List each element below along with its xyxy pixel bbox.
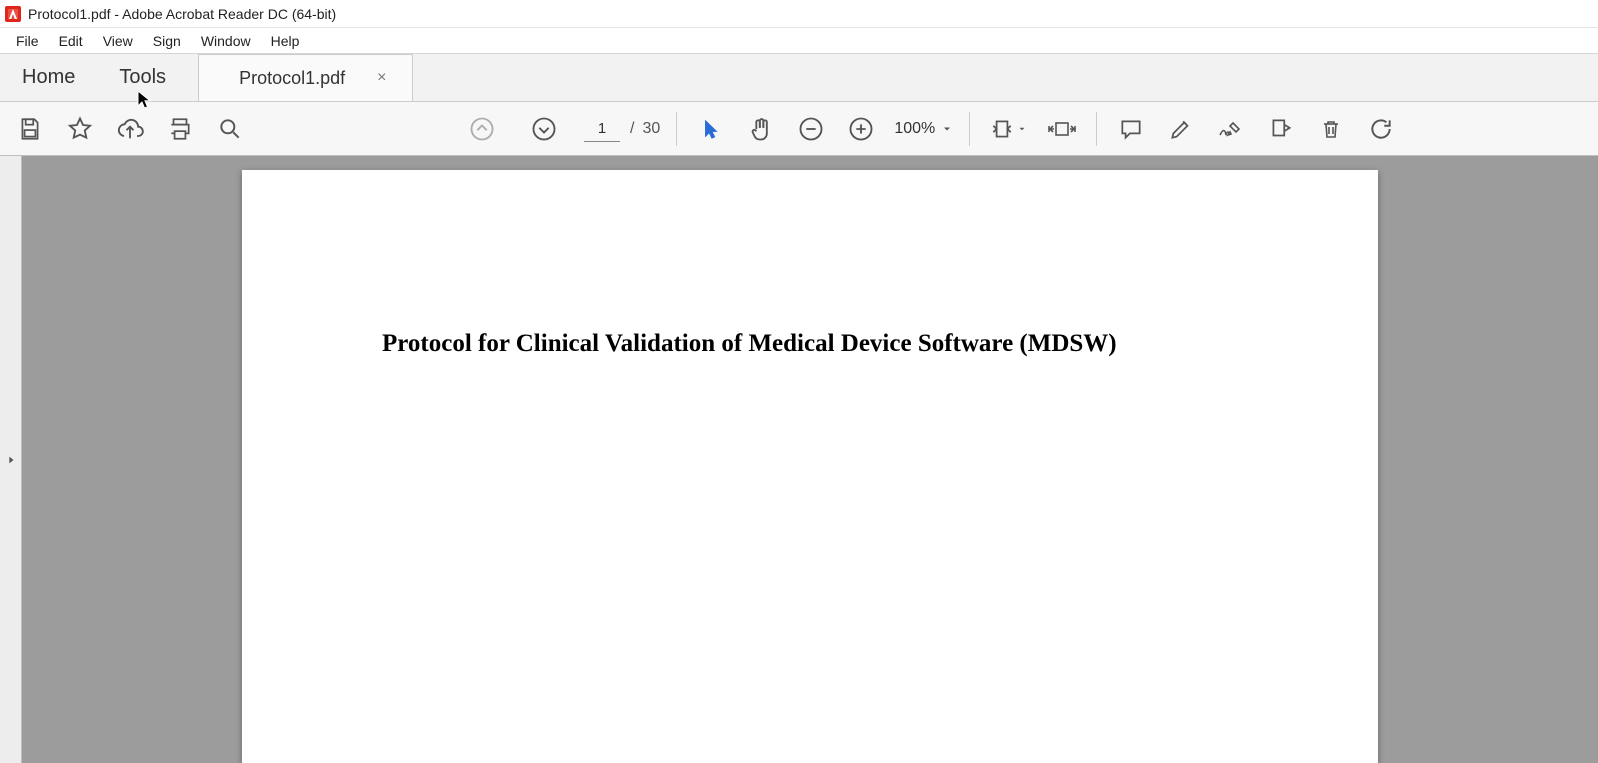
arrow-up-circle-icon [468,115,496,143]
zoom-in-button[interactable] [837,105,885,153]
stamp-button[interactable] [1257,105,1305,153]
document-area[interactable]: Protocol for Clinical Validation of Medi… [22,156,1598,763]
zoom-value: 100% [893,120,935,138]
titlebar: Protocol1.pdf - Adobe Acrobat Reader DC … [0,0,1598,28]
chevron-down-icon [941,123,953,135]
toolbar-separator [676,112,677,146]
stamp-icon [1268,116,1294,142]
toolbar-separator [969,112,970,146]
zoom-out-button[interactable] [787,105,835,153]
search-button[interactable] [206,105,254,153]
search-icon [217,116,243,142]
menu-sign[interactable]: Sign [143,31,191,51]
page-total: 30 [642,120,660,138]
menu-edit[interactable]: Edit [49,31,93,51]
arrow-down-circle-icon [530,115,558,143]
fit-width-icon [1047,116,1077,142]
sign-button[interactable] [1207,105,1255,153]
comment-button[interactable] [1107,105,1155,153]
app-icon [4,5,22,23]
fit-width-button[interactable] [1038,105,1086,153]
window-title: Protocol1.pdf - Adobe Acrobat Reader DC … [28,6,336,22]
minus-circle-icon [797,115,825,143]
tab-document-label: Protocol1.pdf [239,68,345,89]
fit-page-dropdown[interactable] [980,105,1036,153]
zoom-dropdown[interactable]: 100% [887,120,959,138]
pdf-page: Protocol for Clinical Validation of Medi… [242,170,1378,763]
fit-page-icon [989,116,1015,142]
menu-window[interactable]: Window [191,31,261,51]
print-button[interactable] [156,105,204,153]
star-icon [66,115,94,143]
page-up-button[interactable] [458,105,506,153]
tab-close-button[interactable]: × [371,67,392,89]
tab-home[interactable]: Home [0,54,97,101]
save-button[interactable] [6,105,54,153]
menu-view[interactable]: View [93,31,143,51]
document-viewport: Protocol for Clinical Validation of Medi… [0,156,1598,763]
tab-tools[interactable]: Tools [97,54,188,101]
save-icon [17,116,43,142]
delete-button[interactable] [1307,105,1355,153]
hand-tool-button[interactable] [737,105,785,153]
toolbar: / 30 100% [0,102,1598,156]
chevron-down-icon [1017,124,1027,134]
plus-circle-icon [847,115,875,143]
signature-icon [1217,116,1245,142]
document-heading: Protocol for Clinical Validation of Medi… [382,330,1248,358]
trash-icon [1319,116,1343,142]
page-separator: / [630,120,634,138]
chevron-right-icon [6,453,16,467]
nav-pane-toggle[interactable] [0,156,22,763]
select-tool-button[interactable] [687,105,735,153]
print-icon [167,116,193,142]
toolbar-separator [1096,112,1097,146]
cloud-upload-icon [116,115,144,143]
star-button[interactable] [56,105,104,153]
menubar: File Edit View Sign Window Help [0,28,1598,54]
comment-icon [1118,116,1144,142]
page-number-input[interactable] [584,116,620,142]
menu-file[interactable]: File [6,31,49,51]
tabstrip: Home Tools Protocol1.pdf × [0,54,1598,102]
highlight-icon [1168,116,1194,142]
cursor-icon [700,116,722,142]
rotate-icon [1368,116,1394,142]
menu-help[interactable]: Help [261,31,310,51]
tab-document[interactable]: Protocol1.pdf × [198,54,413,101]
hand-icon [747,115,775,143]
page-down-button[interactable] [520,105,568,153]
highlight-button[interactable] [1157,105,1205,153]
upload-cloud-button[interactable] [106,105,154,153]
rotate-button[interactable] [1357,105,1405,153]
